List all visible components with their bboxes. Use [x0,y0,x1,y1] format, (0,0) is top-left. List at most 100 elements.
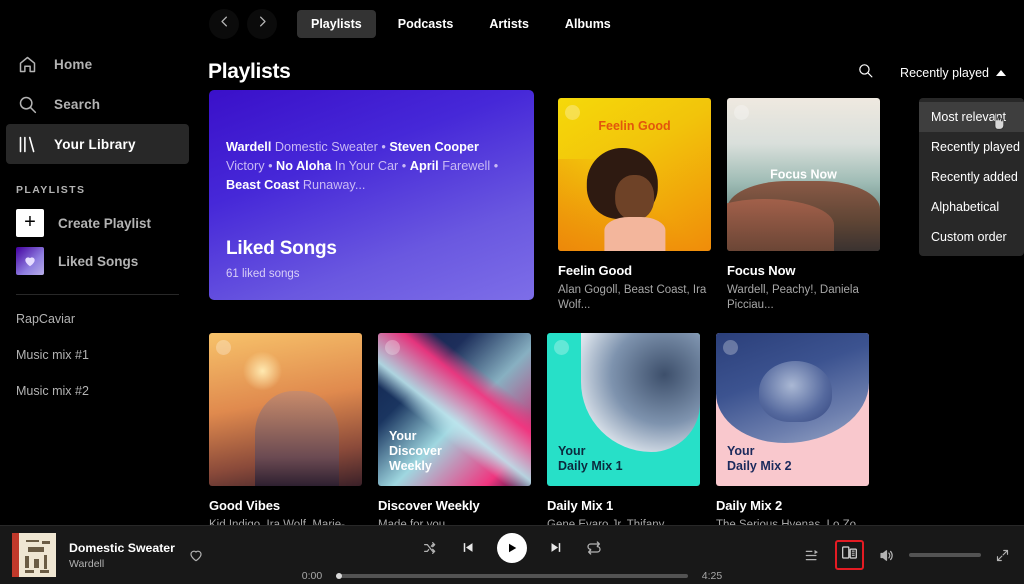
sort-option-label: Most relevant [931,110,1006,124]
main-content: Playlists Recently played Wardell Domest… [195,48,1024,525]
hero-artist: April [410,159,439,173]
sort-dropdown-trigger[interactable]: Recently played [900,66,1006,80]
sort-option-recently-added[interactable]: Recently added [919,162,1024,192]
album-thumbnail[interactable] [12,533,56,577]
card-badge-icon [565,105,580,120]
card-title: Feelin Good [558,263,711,278]
sidebar-item-home[interactable]: Home [6,44,189,84]
now-playing-title: Domestic Sweater [69,541,175,555]
queue-icon[interactable] [804,548,821,563]
shuffle-icon[interactable] [422,540,438,556]
forward-button[interactable] [247,9,277,39]
album-art [209,333,362,486]
hero-song: In Your Car [335,159,398,173]
chevron-right-icon [255,14,270,34]
connect-device-icon [841,547,858,564]
connect-to-device-button[interactable] [835,540,864,570]
card-subtitle: Alan Gogoll, Beast Coast, Ira Wolf... [558,283,711,313]
volume-icon[interactable] [878,548,895,563]
card-badge-icon [723,340,738,355]
hero-song: Farewell [442,159,490,173]
back-button[interactable] [209,9,239,39]
liked-songs-track-preview: Wardell Domestic Sweater • Steven Cooper… [226,138,518,195]
now-playing-section: Domestic Sweater Wardell [0,533,300,577]
search-icon [16,93,38,115]
play-button[interactable] [497,533,527,563]
hero-artist: Wardell [226,140,271,154]
hero-artist: No Aloha [276,159,331,173]
sort-option-label: Recently played [931,140,1020,154]
player-right-controls [804,540,1010,570]
playlist-card-discover-weekly[interactable]: Your Discover Weekly Discover Weekly Mad… [370,325,539,525]
hero-artist: Beast Coast [226,178,299,192]
sidebar-item-label: Your Library [54,137,136,152]
repeat-icon[interactable] [586,540,602,556]
progress-row: 0:00 4:25 [297,570,727,582]
fullscreen-icon[interactable] [995,548,1010,563]
playlist-card-daily-mix-1[interactable]: Your Daily Mix 1 Daily Mix 1 Gene Evaro … [539,325,708,525]
hero-song-count: 61 liked songs [226,268,300,280]
card-title: Daily Mix 1 [547,498,700,513]
player-bar: Domestic Sweater Wardell [0,525,1024,584]
card-subtitle: Made for you [378,518,531,525]
hero-artist: Steven Cooper [389,140,479,154]
card-subtitle: Gene Evaro Jr, Thifany Kauany, April... [547,518,700,525]
progress-slider[interactable] [336,574,688,578]
playlist-card-feelin-good[interactable]: Feelin Good Feelin Good Alan Gogoll, Bea… [550,90,719,325]
top-navigation-bar: Playlists Podcasts Artists Albums [195,0,1024,48]
chevron-up-icon [996,70,1006,76]
album-art: Focus Now [727,98,880,251]
sort-option-custom-order[interactable]: Custom order [919,222,1024,252]
time-total: 4:25 [697,570,727,582]
sort-dropdown-menu: Most relevant Recently played ✓ Recently… [919,98,1024,256]
card-subtitle: Wardell, Peachy!, Daniela Picciau... [727,283,880,313]
library-icon [16,133,38,155]
library-search-icon[interactable] [857,62,874,84]
hero-song: Domestic Sweater [275,140,378,154]
sort-option-alphabetical[interactable]: Alphabetical [919,192,1024,222]
album-art-caption: Your Discover Weekly [389,429,442,474]
chevron-left-icon [217,14,232,34]
hero-sep: • [490,159,498,173]
liked-songs-label: Liked Songs [58,254,138,269]
playlist-card-focus-now[interactable]: Focus Now Focus Now Wardell, Peachy!, Da… [719,90,888,325]
tab-artists[interactable]: Artists [475,10,543,38]
card-title: Daily Mix 2 [716,498,869,513]
playlist-card-good-vibes[interactable]: Good Vibes Kid Indigo, Ira Wolf, Marie-C… [201,325,370,525]
album-art-caption: Your Daily Mix 1 [558,444,623,474]
sidebar-playlist-music-mix-2[interactable]: Music mix #2 [0,373,195,409]
sidebar-item-your-library[interactable]: Your Library [6,124,189,164]
like-track-button[interactable] [188,547,204,563]
sort-option-most-relevant[interactable]: Most relevant [919,102,1024,132]
sidebar-item-search[interactable]: Search [6,84,189,124]
hero-sep: • [398,159,410,173]
card-title: Discover Weekly [378,498,531,513]
card-badge-icon [216,340,231,355]
sidebar-item-label: Search [54,97,100,112]
album-art-caption: Feelin Good [598,119,670,134]
sidebar-playlist-rapcaviar[interactable]: RapCaviar [0,301,195,337]
sort-option-recently-played[interactable]: Recently played ✓ [919,132,1024,162]
sidebar-divider [16,294,179,295]
now-playing-artist: Wardell [69,558,175,570]
previous-track-icon[interactable] [460,540,475,555]
tab-albums[interactable]: Albums [551,10,625,38]
sidebar: Home Search Your Library PLAYLISTS + Cre… [0,0,195,525]
tab-podcasts[interactable]: Podcasts [384,10,468,38]
tab-playlists[interactable]: Playlists [297,10,376,38]
sort-option-label: Alphabetical [931,200,999,214]
liked-songs-hero-card[interactable]: Wardell Domestic Sweater • Steven Cooper… [209,90,534,300]
progress-handle[interactable] [336,573,342,579]
volume-slider[interactable] [909,553,981,557]
card-subtitle: The Serious Hyenas, Lo Zo, Cilantro... [716,518,869,525]
next-track-icon[interactable] [549,540,564,555]
card-subtitle: Kid Indigo, Ira Wolf, Marie-Clo... [209,518,362,525]
playlist-card-daily-mix-2[interactable]: Your Daily Mix 2 Daily Mix 2 The Serious… [708,325,877,525]
liked-songs-button[interactable]: Liked Songs [0,242,195,280]
create-playlist-button[interactable]: + Create Playlist [0,204,195,242]
sidebar-playlist-music-mix-1[interactable]: Music mix #1 [0,337,195,373]
card-badge-icon [734,105,749,120]
filter-tabs: Playlists Podcasts Artists Albums [297,10,625,38]
heart-icon [16,247,44,275]
hero-title: Liked Songs [226,238,337,260]
